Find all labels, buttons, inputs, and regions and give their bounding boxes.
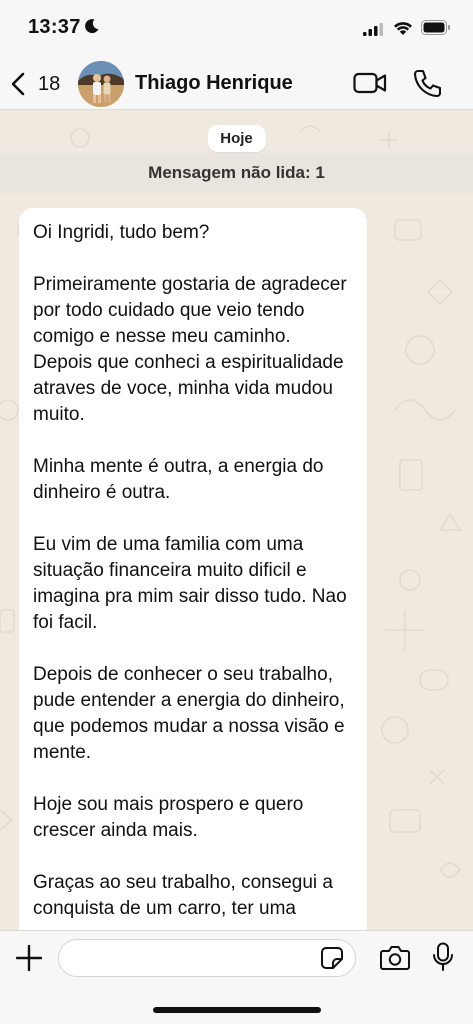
battery-icon <box>421 20 450 35</box>
unread-chats-count: 18 <box>38 72 61 95</box>
message-input[interactable] <box>58 939 356 977</box>
message-paragraph: Depois de conhecer o seu trabalho, pude … <box>33 664 345 763</box>
incoming-message-bubble[interactable]: Oi Ingridi, tudo bem? Primeiramente gost… <box>19 208 367 930</box>
contact-name[interactable]: Thiago Henrique <box>135 72 293 95</box>
chat-header: 18 Thiago Henrique <box>0 58 473 110</box>
status-bar: 13:37 <box>0 0 473 58</box>
date-pill: Hoje <box>207 125 266 152</box>
unread-banner: Mensagem não lida: 1 <box>0 153 473 193</box>
message-paragraph: Oi Ingridi, tudo bem? <box>33 222 210 243</box>
wifi-icon <box>394 22 412 35</box>
avatar-photo <box>78 61 124 107</box>
signal-icon <box>363 23 383 36</box>
status-time: 13:37 <box>28 16 81 38</box>
video-camera-icon[interactable] <box>353 70 387 96</box>
input-bar <box>0 930 473 1024</box>
message-paragraph: Graças ao seu trabalho, consegui a conqu… <box>33 872 333 919</box>
message-paragraph: Primeiramente gostaria de agradecer por … <box>33 274 347 425</box>
message-paragraph: Hoje sou mais prospero e quero crescer a… <box>33 794 304 841</box>
chevron-left-icon <box>11 72 25 96</box>
back-button[interactable]: 18 <box>8 66 64 102</box>
phone-icon[interactable] <box>413 68 441 98</box>
camera-icon[interactable] <box>380 944 410 970</box>
message-paragraph: Minha mente é outra, a energia do dinhei… <box>33 456 324 503</box>
avatar[interactable] <box>78 61 124 107</box>
home-indicator <box>152 1007 321 1013</box>
chat-area[interactable]: Hoje Mensagem não lida: 1 Oi Ingridi, tu… <box>0 110 473 930</box>
message-paragraph: Eu vim de uma familia com uma situação f… <box>33 534 347 633</box>
moon-icon <box>85 19 99 34</box>
plus-icon[interactable] <box>16 945 42 971</box>
microphone-icon[interactable] <box>432 942 454 972</box>
sticker-icon[interactable] <box>320 946 344 970</box>
